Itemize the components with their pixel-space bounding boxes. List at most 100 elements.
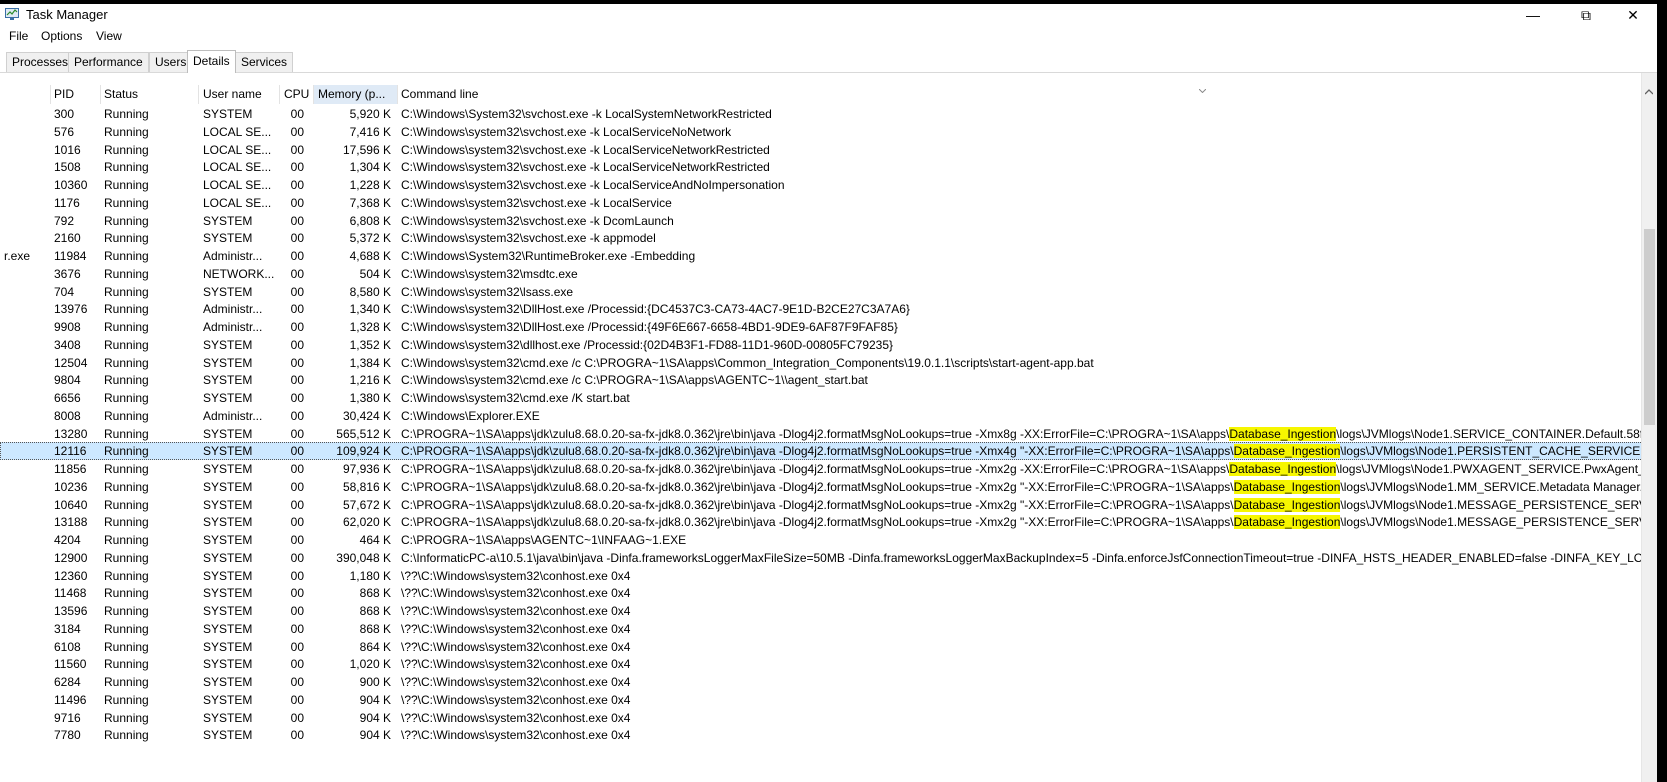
table-row[interactable]: 11496 Running SYSTEM 00 904 K \??\C:\Windows\… [0,691,1645,709]
pid-cell: 704 [54,284,75,299]
column-header-status[interactable]: Status [100,85,199,104]
command-line-cell: C:\Windows\system32\DllHost.exe /Process… [401,320,898,334]
table-row[interactable]: 1176 Running LOCAL SE... 00 7,368 K C:\Window… [0,194,1645,212]
close-button[interactable]: ✕ [1610,4,1656,26]
table-row[interactable]: 1016 Running LOCAL SE... 00 17,596 K C:\Windo… [0,141,1645,159]
tab-users[interactable]: Users [149,52,193,72]
process-name [4,691,44,709]
table-row[interactable]: 12900 Running SYSTEM 00 390,048 K C:\Informat… [0,549,1645,567]
table-row[interactable]: 2160 Running SYSTEM 00 5,372 K C:\Windows\sys… [0,229,1645,247]
column-header-command-line[interactable]: Command line [397,85,1645,104]
table-row[interactable]: 9716 Running SYSTEM 00 904 K \??\C:\Windows\s… [0,709,1645,727]
process-name [4,673,44,691]
column-header-user-name[interactable]: User name [199,85,280,104]
table-row[interactable]: r.exe 11984 Running Administr... 00 4,688 K C:… [0,247,1645,265]
pid-cell: 13976 [54,302,88,317]
memory-cell: 1,228 K [349,178,391,192]
table-row[interactable]: 10236 Running SYSTEM 00 58,816 K C:\PROGRA~1\… [0,478,1645,496]
table-row[interactable]: 13976 Running Administr... 00 1,340 K C:\Wind… [0,300,1645,318]
user-name-cell: SYSTEM [203,107,253,121]
table-row[interactable]: 13188 Running SYSTEM 00 62,020 K C:\PROGRA~1\… [0,513,1645,531]
status-cell: Running [104,657,149,672]
memory-cell: 5,920 K [349,107,391,121]
title-bar[interactable]: Task Manager — ⧉ ✕ [0,4,1657,26]
tab-processes[interactable]: Processes [6,52,75,72]
table-row[interactable]: 12504 Running SYSTEM 00 1,384 K C:\Windows\sy… [0,354,1645,372]
vertical-scrollbar[interactable] [1641,73,1657,782]
memory-cell: 8,580 K [349,284,391,299]
table-row[interactable]: 3184 Running SYSTEM 00 868 K \??\C:\Windows\s… [0,620,1645,638]
table-row[interactable]: 13280 Running SYSTEM 00 565,512 K C:\PROGRA~1… [0,425,1645,443]
status-cell: Running [104,497,149,512]
menu-options[interactable]: Options [41,29,82,43]
process-name [4,407,44,425]
column-header-cpu[interactable]: CPU [280,85,314,104]
tab-services[interactable]: Services [235,52,294,72]
table-row[interactable]: 3676 Running NETWORK... 00 504 K C:\Windows\s… [0,265,1645,283]
status-cell: Running [104,160,149,175]
table-row[interactable]: 13596 Running SYSTEM 00 868 K \??\C:\Windows\… [0,602,1645,620]
tab-details[interactable]: Details [187,50,236,73]
highlight-mark: Database_Ingestion [1233,479,1341,494]
column-header-name[interactable] [0,85,51,104]
pid-cell: 12116 [54,444,87,459]
user-name-cell: SYSTEM [203,444,253,459]
process-name [4,584,44,602]
scrollbar-thumb[interactable] [1644,229,1655,425]
table-row[interactable]: 576 Running LOCAL SE... 00 7,416 K C:\Windows… [0,123,1645,141]
pid-cell: 3676 [54,266,81,281]
cpu-cell: 00 [290,550,304,565]
command-line-cell: \??\C:\Windows\system32\conhost.exe 0x4 [401,692,631,707]
cpu-cell: 00 [290,160,304,175]
pid-cell: 6284 [54,675,81,689]
table-row[interactable]: 6108 Running SYSTEM 00 864 K \??\C:\Windows\s… [0,638,1645,656]
cpu-cell: 00 [290,142,304,157]
restore-button[interactable]: ⧉ [1563,4,1609,26]
memory-cell: 1,328 K [349,320,391,334]
table-row[interactable]: 3408 Running SYSTEM 00 1,352 K C:\Windows\sys… [0,336,1645,354]
table-row[interactable]: 4204 Running SYSTEM 00 464 K C:\PROGRA~1\SA\a… [0,531,1645,549]
command-line-cell: C:\Windows\System32\RuntimeBroker.exe -E… [401,249,696,263]
user-name-cell: SYSTEM [203,728,253,743]
table-row[interactable]: 11560 Running SYSTEM 00 1,020 K \??\C:\Window… [0,655,1645,673]
column-header-row: PID Status User name CPU Memory (p... Co… [0,85,1645,104]
table-row[interactable]: 792 Running SYSTEM 00 6,808 K C:\Windows\syst… [0,212,1645,230]
pid-cell: 9804 [54,373,81,388]
user-name-cell: SYSTEM [203,621,253,636]
table-row[interactable]: 704 Running SYSTEM 00 8,580 K C:\Windows\syst… [0,283,1645,301]
table-row[interactable]: 11468 Running SYSTEM 00 868 K \??\C:\Windows\… [0,584,1645,602]
command-line-cell: C:\Windows\system32\svchost.exe -k Local… [401,160,770,175]
table-row[interactable]: 6284 Running SYSTEM 00 900 K \??\C:\Windows\s… [0,673,1645,691]
table-row[interactable]: 1508 Running LOCAL SE... 00 1,304 K C:\Window… [0,158,1645,176]
command-line-cell: \??\C:\Windows\system32\conhost.exe 0x4 [401,586,631,601]
table-row[interactable]: 8008 Running Administr... 00 30,424 K C:\Wind… [0,407,1645,425]
cpu-cell: 00 [290,355,304,370]
task-manager-icon [5,8,19,20]
table-row[interactable]: 6656 Running SYSTEM 00 1,380 K C:\Windows\sys… [0,389,1645,407]
status-cell: Running [104,266,149,281]
column-header-memory[interactable]: Memory (p... [314,85,398,104]
scroll-up-icon[interactable] [1645,89,1653,95]
process-name [4,602,44,620]
table-row[interactable]: 10640 Running SYSTEM 00 57,672 K C:\PROGRA~1\… [0,496,1645,514]
column-header-pid[interactable]: PID [50,85,101,104]
user-name-cell: SYSTEM [203,568,253,583]
table-row[interactable]: 12360 Running SYSTEM 00 1,180 K \??\C:\Window… [0,567,1645,585]
status-cell: Running [104,675,149,689]
table-row[interactable]: 7780 Running SYSTEM 00 904 K \??\C:\Windows\s… [0,726,1645,744]
pid-cell: 12900 [54,550,88,565]
table-row[interactable]: 9908 Running Administr... 00 1,328 K C:\Windo… [0,318,1645,336]
table-row[interactable]: 9804 Running SYSTEM 00 1,216 K C:\Windows\sys… [0,371,1645,389]
minimize-button[interactable]: — [1510,4,1556,26]
command-line-cell: C:\Windows\system32\DllHost.exe /Process… [401,302,910,317]
table-row[interactable]: 10360 Running LOCAL SE... 00 1,228 K C:\Windo… [0,176,1645,194]
table-row[interactable]: 300 Running SYSTEM 00 5,920 K C:\Windows\Syst… [0,105,1645,123]
cpu-cell: 00 [290,568,304,583]
menu-view[interactable]: View [96,29,122,43]
tab-performance[interactable]: Performance [68,52,149,72]
cpu-cell: 00 [290,195,304,210]
cpu-cell: 00 [290,639,304,654]
table-row[interactable]: 12116 Running SYSTEM 00 109,924 K C:\PROGRA~1… [0,442,1645,461]
menu-file[interactable]: File [9,29,28,43]
table-row[interactable]: 11856 Running SYSTEM 00 97,936 K C:\PROGRA~1\… [0,460,1645,478]
